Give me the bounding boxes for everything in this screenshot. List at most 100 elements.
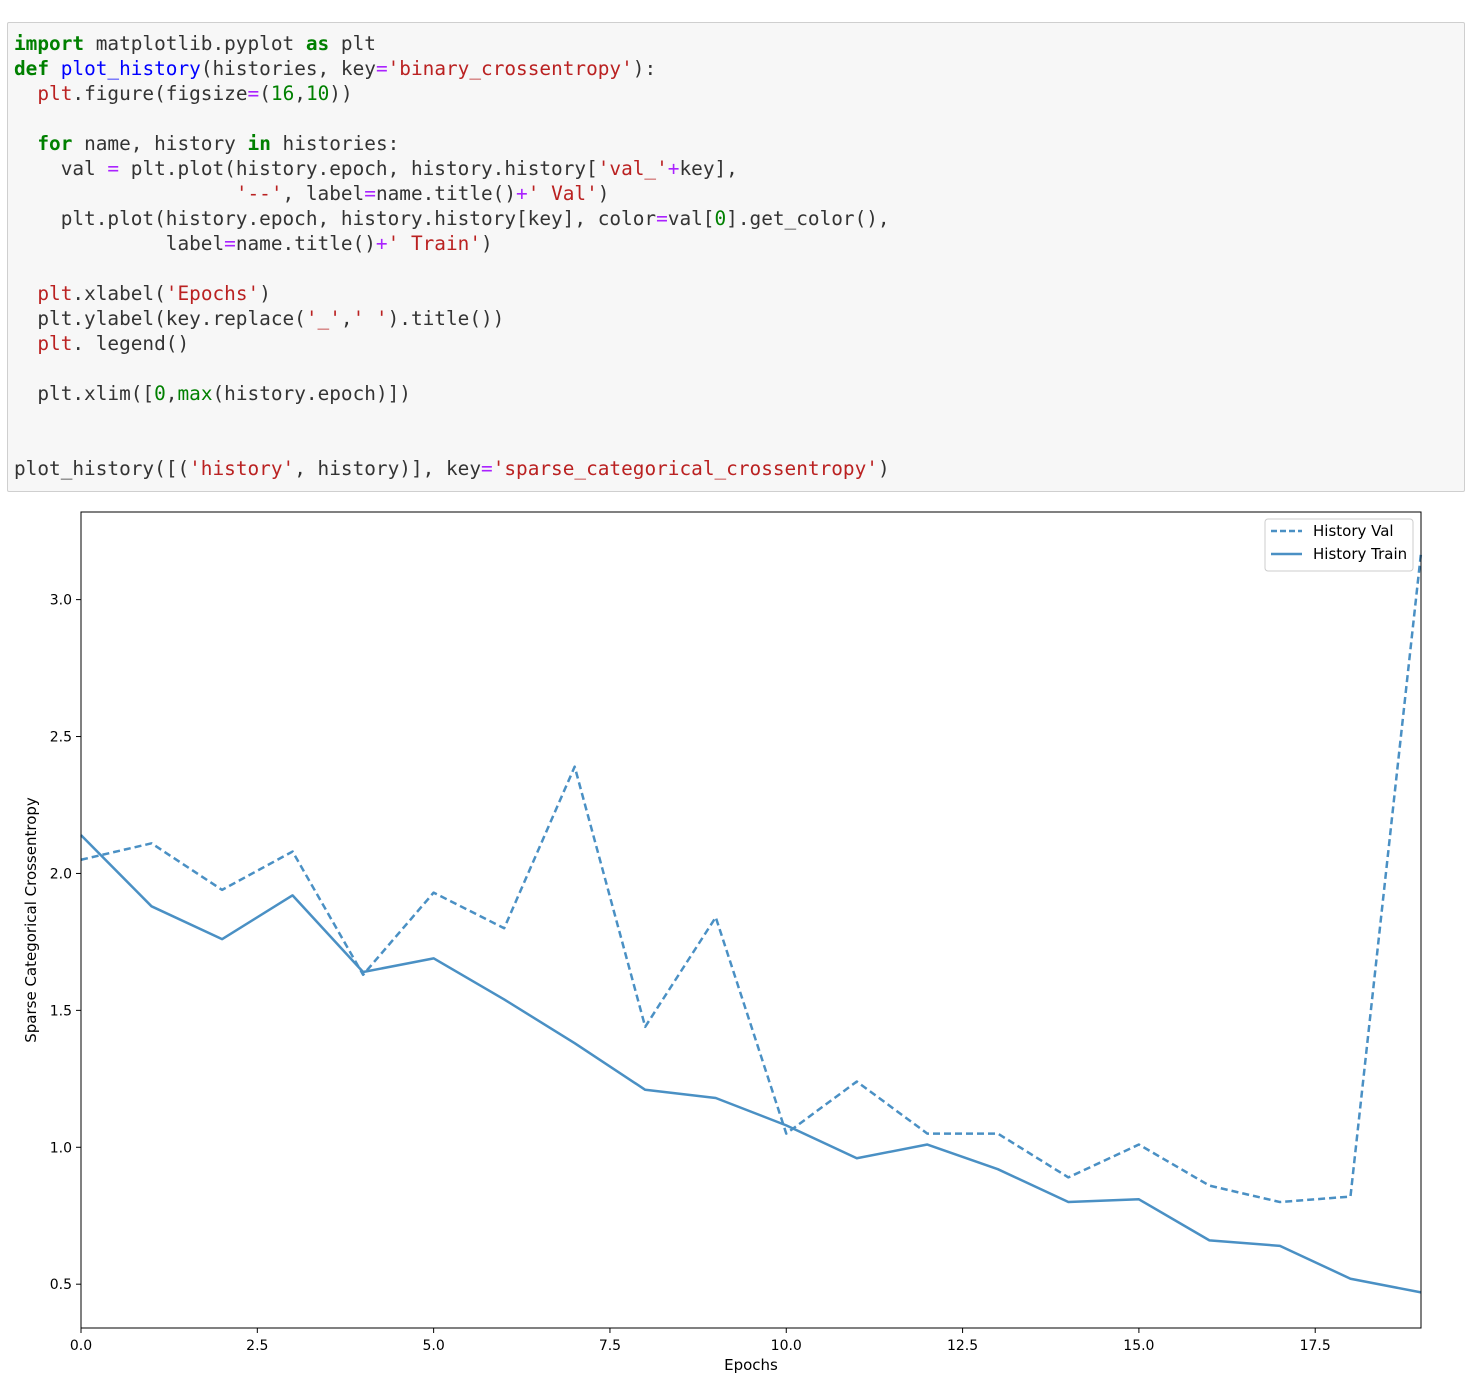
code-token: for (37, 132, 73, 155)
code-token: '_' (305, 307, 341, 330)
x-tick-label: 17.5 (1300, 1338, 1331, 1354)
code-token: ) (481, 232, 493, 255)
code-token: ' ' (352, 307, 388, 330)
code-line: plt. legend() (14, 331, 890, 356)
code-line: '--', label=name.title()+' Val') (14, 181, 890, 206)
code-token: '--' (235, 182, 283, 205)
code-token: .figure(figsize (72, 82, 248, 105)
code-token: = (247, 82, 260, 105)
code-token: 'Epochs' (165, 282, 260, 305)
y-axis-label: Sparse Categorical Crossentropy (22, 797, 40, 1043)
code-token: = (364, 182, 376, 205)
code-token: import (14, 32, 85, 55)
code-token: = (107, 157, 120, 180)
code-token: ) (597, 182, 610, 205)
code-token: (history.epoch)]) (212, 382, 411, 405)
x-tick-label: 15.0 (1123, 1338, 1154, 1354)
code-token: matplotlib.pyplot (84, 32, 306, 55)
code-line: val = plt.plot(history.epoch, history.hi… (14, 156, 890, 181)
code-token: . legend() (72, 332, 190, 355)
code-token: .xlabel( (72, 282, 166, 305)
code-token: plt.ylabel(key.replace( (14, 307, 306, 330)
y-tick-label: 1.0 (50, 1140, 72, 1156)
y-tick-label: 1.5 (50, 1003, 72, 1019)
code-line: for name, history in histories: (14, 131, 890, 156)
legend-label-train: History Train (1313, 545, 1407, 563)
code-token: 0 (154, 382, 166, 405)
code-token: , label (282, 182, 365, 205)
x-tick-label: 10.0 (771, 1338, 802, 1354)
code-token: 16 (270, 82, 295, 105)
y-tick-label: 2.5 (50, 730, 72, 746)
code-token: = (224, 232, 236, 255)
code-line: plt.xlabel('Epochs') (14, 281, 890, 306)
legend: History Val History Train (1264, 518, 1414, 572)
code-token: in (247, 132, 271, 155)
code-token: 'binary_crossentropy' (387, 57, 633, 80)
code-token: name.title() (235, 232, 376, 255)
code-token: )) (329, 82, 353, 105)
code-token: + (375, 232, 388, 255)
code-token: def (14, 57, 50, 80)
code-token: label (14, 232, 225, 255)
code-token: 10 (305, 82, 330, 105)
code-token: plt (37, 282, 73, 305)
code-token: , (165, 382, 178, 405)
code-token: ' Val' (527, 182, 598, 205)
code-token: ).title()) (387, 307, 505, 330)
line-chart: 0.0 2.5 5.0 7.5 10.0 12.5 15.0 17.5 0.5 1.0 1.5 2.… (22, 511, 1423, 1374)
code-editor[interactable]: import matplotlib.pyplot as plt def plot_… (14, 31, 890, 481)
code-line: plt.plot(history.epoch, history.history[… (14, 206, 890, 231)
code-line: import matplotlib.pyplot as plt (14, 31, 890, 56)
code-token: name.title() (375, 182, 517, 205)
code-token: (histories, key (200, 57, 376, 80)
code-token: plt.xlim([ (14, 382, 155, 405)
x-tick-label: 2.5 (246, 1338, 268, 1354)
y-tick-label: 0.5 (50, 1277, 72, 1293)
code-line: plt.figure(figsize=(16,10)) (14, 81, 890, 106)
code-cell[interactable]: import matplotlib.pyplot as plt def plot_… (7, 22, 1465, 492)
x-axis-label: Epochs (724, 1356, 778, 1374)
code-token: = (481, 457, 493, 480)
code-token: name, history (72, 132, 248, 155)
code-token: , history)], key (294, 457, 481, 480)
code-token: 'history' (189, 457, 295, 480)
code-token: ) (877, 457, 890, 480)
code-token: key], (679, 157, 738, 180)
code-token: ].get_color(), (726, 207, 890, 230)
code-token: + (516, 182, 528, 205)
code-token: plt (37, 332, 73, 355)
code-token: 0 (714, 207, 727, 230)
code-token: val[ (667, 207, 715, 230)
series-line-train (80, 834, 1422, 1294)
code-token: , (294, 82, 306, 105)
series-line-val (80, 552, 1423, 1204)
code-token: plot_history([( (14, 457, 190, 480)
code-line: plt.ylabel(key.replace('_',' ').title()) (14, 306, 890, 331)
x-tick-label: 7.5 (599, 1338, 621, 1354)
y-axis: 0.5 1.0 1.5 2.0 2.5 3.0 (50, 593, 81, 1293)
code-token: histories: (270, 132, 400, 155)
x-tick-label: 12.5 (947, 1338, 978, 1354)
code-token: ( (259, 82, 271, 105)
code-token: 'val_' (597, 157, 668, 180)
code-token: , (340, 307, 353, 330)
code-token: plt.plot(history.epoch, history.history[ (119, 157, 598, 180)
code-token: ): (632, 57, 657, 80)
code-line: plt.xlim([0,max(history.epoch)]) (14, 381, 890, 406)
y-tick-label: 3.0 (50, 593, 72, 609)
code-token: 'sparse_categorical_crossentropy' (492, 457, 878, 480)
code-token: = (375, 57, 388, 80)
y-tick-label: 2.0 (50, 866, 72, 882)
code-token: plt (37, 82, 73, 105)
code-token: as (305, 32, 330, 55)
